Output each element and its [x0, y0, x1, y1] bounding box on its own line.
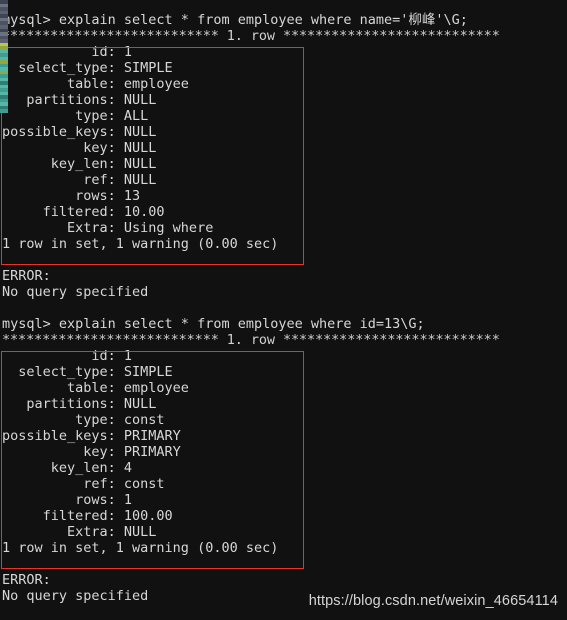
watermark-url: https://blog.csdn.net/weixin_46654114 — [308, 593, 558, 609]
terminal-line: select_type: SIMPLE — [2, 60, 173, 76]
terminal-line: partitions: NULL — [2, 92, 157, 108]
terminal-output: mysql> explain select * from employee wh… — [0, 0, 567, 604]
row-separator-line: *************************** 1. row *****… — [2, 28, 500, 44]
editor-minimap-strip[interactable] — [0, 0, 8, 140]
terminal-line: possible_keys: NULL — [2, 124, 157, 140]
terminal-line: select_type: SIMPLE — [2, 364, 173, 380]
terminal-window[interactable]: mysql> explain select * from employee wh… — [0, 0, 567, 620]
terminal-line: partitions: NULL — [2, 396, 157, 412]
terminal-line: Extra: Using where — [2, 220, 214, 236]
terminal-line: filtered: 10.00 — [2, 204, 165, 220]
terminal-line: Extra: NULL — [2, 524, 157, 540]
terminal-line: mysql> explain select * from employee wh… — [2, 316, 425, 332]
terminal-line: rows: 13 — [2, 188, 141, 204]
row-separator-line: *************************** 1. row *****… — [2, 332, 500, 348]
terminal-line: table: employee — [2, 76, 189, 92]
terminal-line: 1 row in set, 1 warning (0.00 sec) — [2, 540, 279, 556]
terminal-line: No query specified — [2, 284, 149, 300]
terminal-line: id: 1 — [2, 348, 133, 364]
terminal-line: key_len: 4 — [2, 460, 133, 476]
terminal-line: ERROR: — [2, 572, 51, 588]
terminal-line: key_len: NULL — [2, 156, 157, 172]
terminal-line: mysql> explain select * from employee wh… — [2, 12, 468, 28]
terminal-line: ref: const — [2, 476, 165, 492]
terminal-line: key: NULL — [2, 140, 157, 156]
terminal-line: filtered: 100.00 — [2, 508, 173, 524]
terminal-line: ref: NULL — [2, 172, 157, 188]
terminal-line: id: 1 — [2, 44, 133, 60]
terminal-line: ERROR: — [2, 268, 51, 284]
terminal-line: 1 row in set, 1 warning (0.00 sec) — [2, 236, 279, 252]
terminal-line: type: const — [2, 412, 165, 428]
terminal-line: type: ALL — [2, 108, 149, 124]
terminal-line: possible_keys: PRIMARY — [2, 428, 181, 444]
terminal-line: table: employee — [2, 380, 189, 396]
terminal-line: key: PRIMARY — [2, 444, 181, 460]
terminal-line: rows: 1 — [2, 492, 133, 508]
minimap-segment — [0, 109, 8, 113]
